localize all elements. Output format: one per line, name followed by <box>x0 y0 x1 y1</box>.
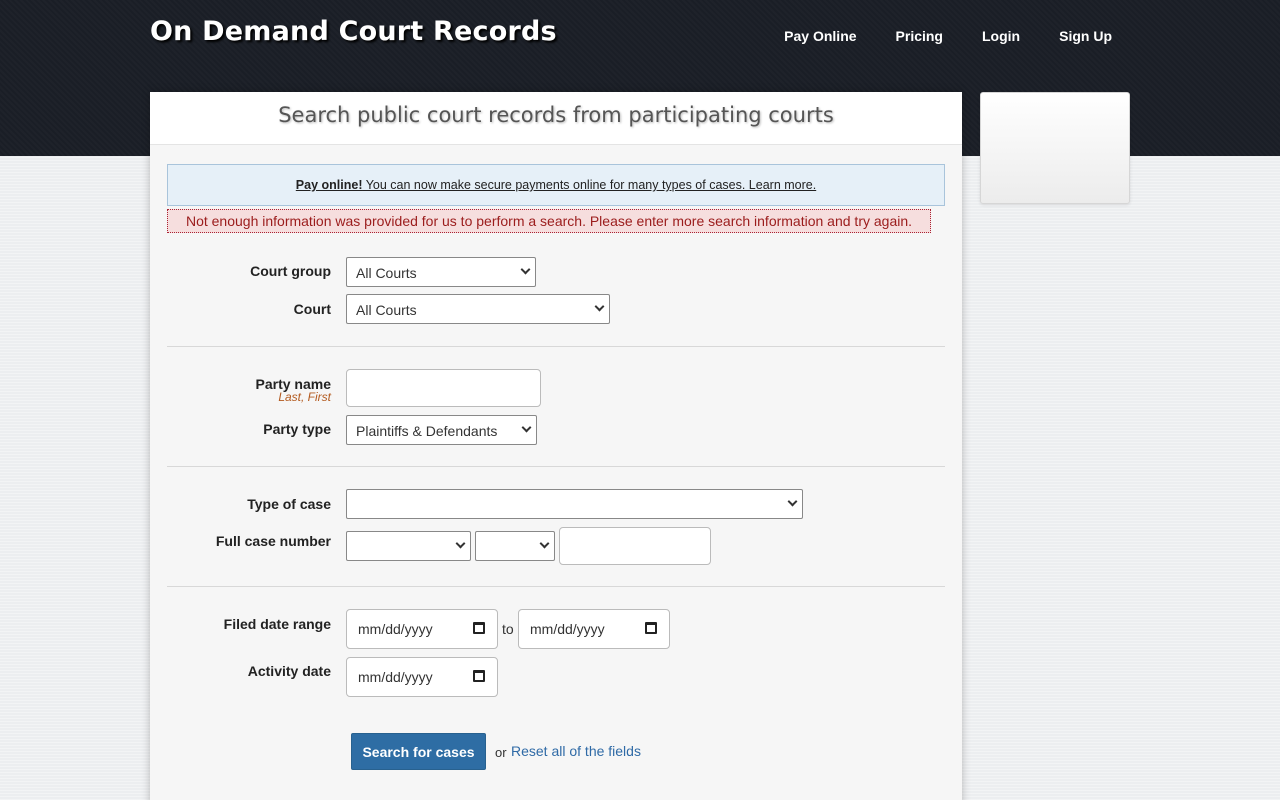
section-divider <box>167 466 945 467</box>
filed-date-label: Filed date range <box>223 616 331 632</box>
page-title: Search public court records from partici… <box>278 103 834 127</box>
court-label: Court <box>293 301 331 317</box>
filed-date-from-input[interactable]: mm/dd/yyyy <box>346 609 498 649</box>
date-range-to: to <box>502 621 514 637</box>
search-button[interactable]: Search for cases <box>351 733 486 770</box>
filed-date-to-input[interactable]: mm/dd/yyyy <box>518 609 670 649</box>
party-name-input[interactable] <box>346 369 541 407</box>
nav-pricing[interactable]: Pricing <box>896 28 943 44</box>
case-number-part2-select[interactable] <box>475 531 555 561</box>
pay-online-text: You can now make secure payments online … <box>362 178 817 192</box>
filed-date-from-placeholder: mm/dd/yyyy <box>358 621 433 637</box>
pay-online-notice-link[interactable]: Pay online! You can now make secure paym… <box>296 178 816 192</box>
pay-online-notice: Pay online! You can now make secure paym… <box>167 164 945 206</box>
error-message: Not enough information was provided for … <box>167 209 931 233</box>
calendar-icon[interactable] <box>645 622 657 634</box>
site-logo[interactable]: On Demand Court Records <box>150 16 557 47</box>
party-type-select[interactable]: Plaintiffs & Defendants <box>346 415 537 445</box>
chevron-down-icon <box>520 264 531 275</box>
activity-date-input[interactable]: mm/dd/yyyy <box>346 657 498 697</box>
section-divider <box>167 346 945 347</box>
case-type-select[interactable] <box>346 489 803 519</box>
party-name-hint: Last, First <box>278 390 331 404</box>
case-number-label: Full case number <box>215 533 331 549</box>
court-group-label: Court group <box>250 263 331 279</box>
case-number-part3-input[interactable] <box>559 527 711 565</box>
nav-sign-up[interactable]: Sign Up <box>1059 28 1112 44</box>
court-group-select[interactable]: All Courts <box>346 257 536 287</box>
activity-date-placeholder: mm/dd/yyyy <box>358 669 433 685</box>
chevron-down-icon <box>455 538 466 549</box>
chevron-down-icon <box>521 422 532 433</box>
court-group-value: All Courts <box>356 265 417 281</box>
nav-pay-online[interactable]: Pay Online <box>784 28 856 44</box>
chevron-down-icon <box>787 496 798 507</box>
case-number-part1-select[interactable] <box>346 531 471 561</box>
chevron-down-icon <box>539 538 550 549</box>
party-type-label: Party type <box>263 421 331 437</box>
calendar-icon[interactable] <box>473 670 485 682</box>
activity-date-label: Activity date <box>247 663 331 679</box>
calendar-icon[interactable] <box>473 622 485 634</box>
pay-online-bold: Pay online! <box>295 178 363 192</box>
sidebar-box <box>980 92 1130 204</box>
case-type-label: Type of case <box>247 496 331 512</box>
top-nav: Pay Online Pricing Login Sign Up <box>745 28 1112 44</box>
section-divider <box>167 586 945 587</box>
court-value: All Courts <box>356 302 417 318</box>
or-text: or <box>495 745 507 760</box>
party-type-value: Plaintiffs & Defendants <box>356 423 498 439</box>
court-select[interactable]: All Courts <box>346 294 610 324</box>
reset-fields-link[interactable]: Reset all of the fields <box>511 743 641 759</box>
chevron-down-icon <box>594 301 605 312</box>
search-panel: Search public court records from partici… <box>150 92 962 800</box>
panel-header: Search public court records from partici… <box>150 92 962 145</box>
filed-date-to-placeholder: mm/dd/yyyy <box>530 621 605 637</box>
nav-login[interactable]: Login <box>982 28 1020 44</box>
